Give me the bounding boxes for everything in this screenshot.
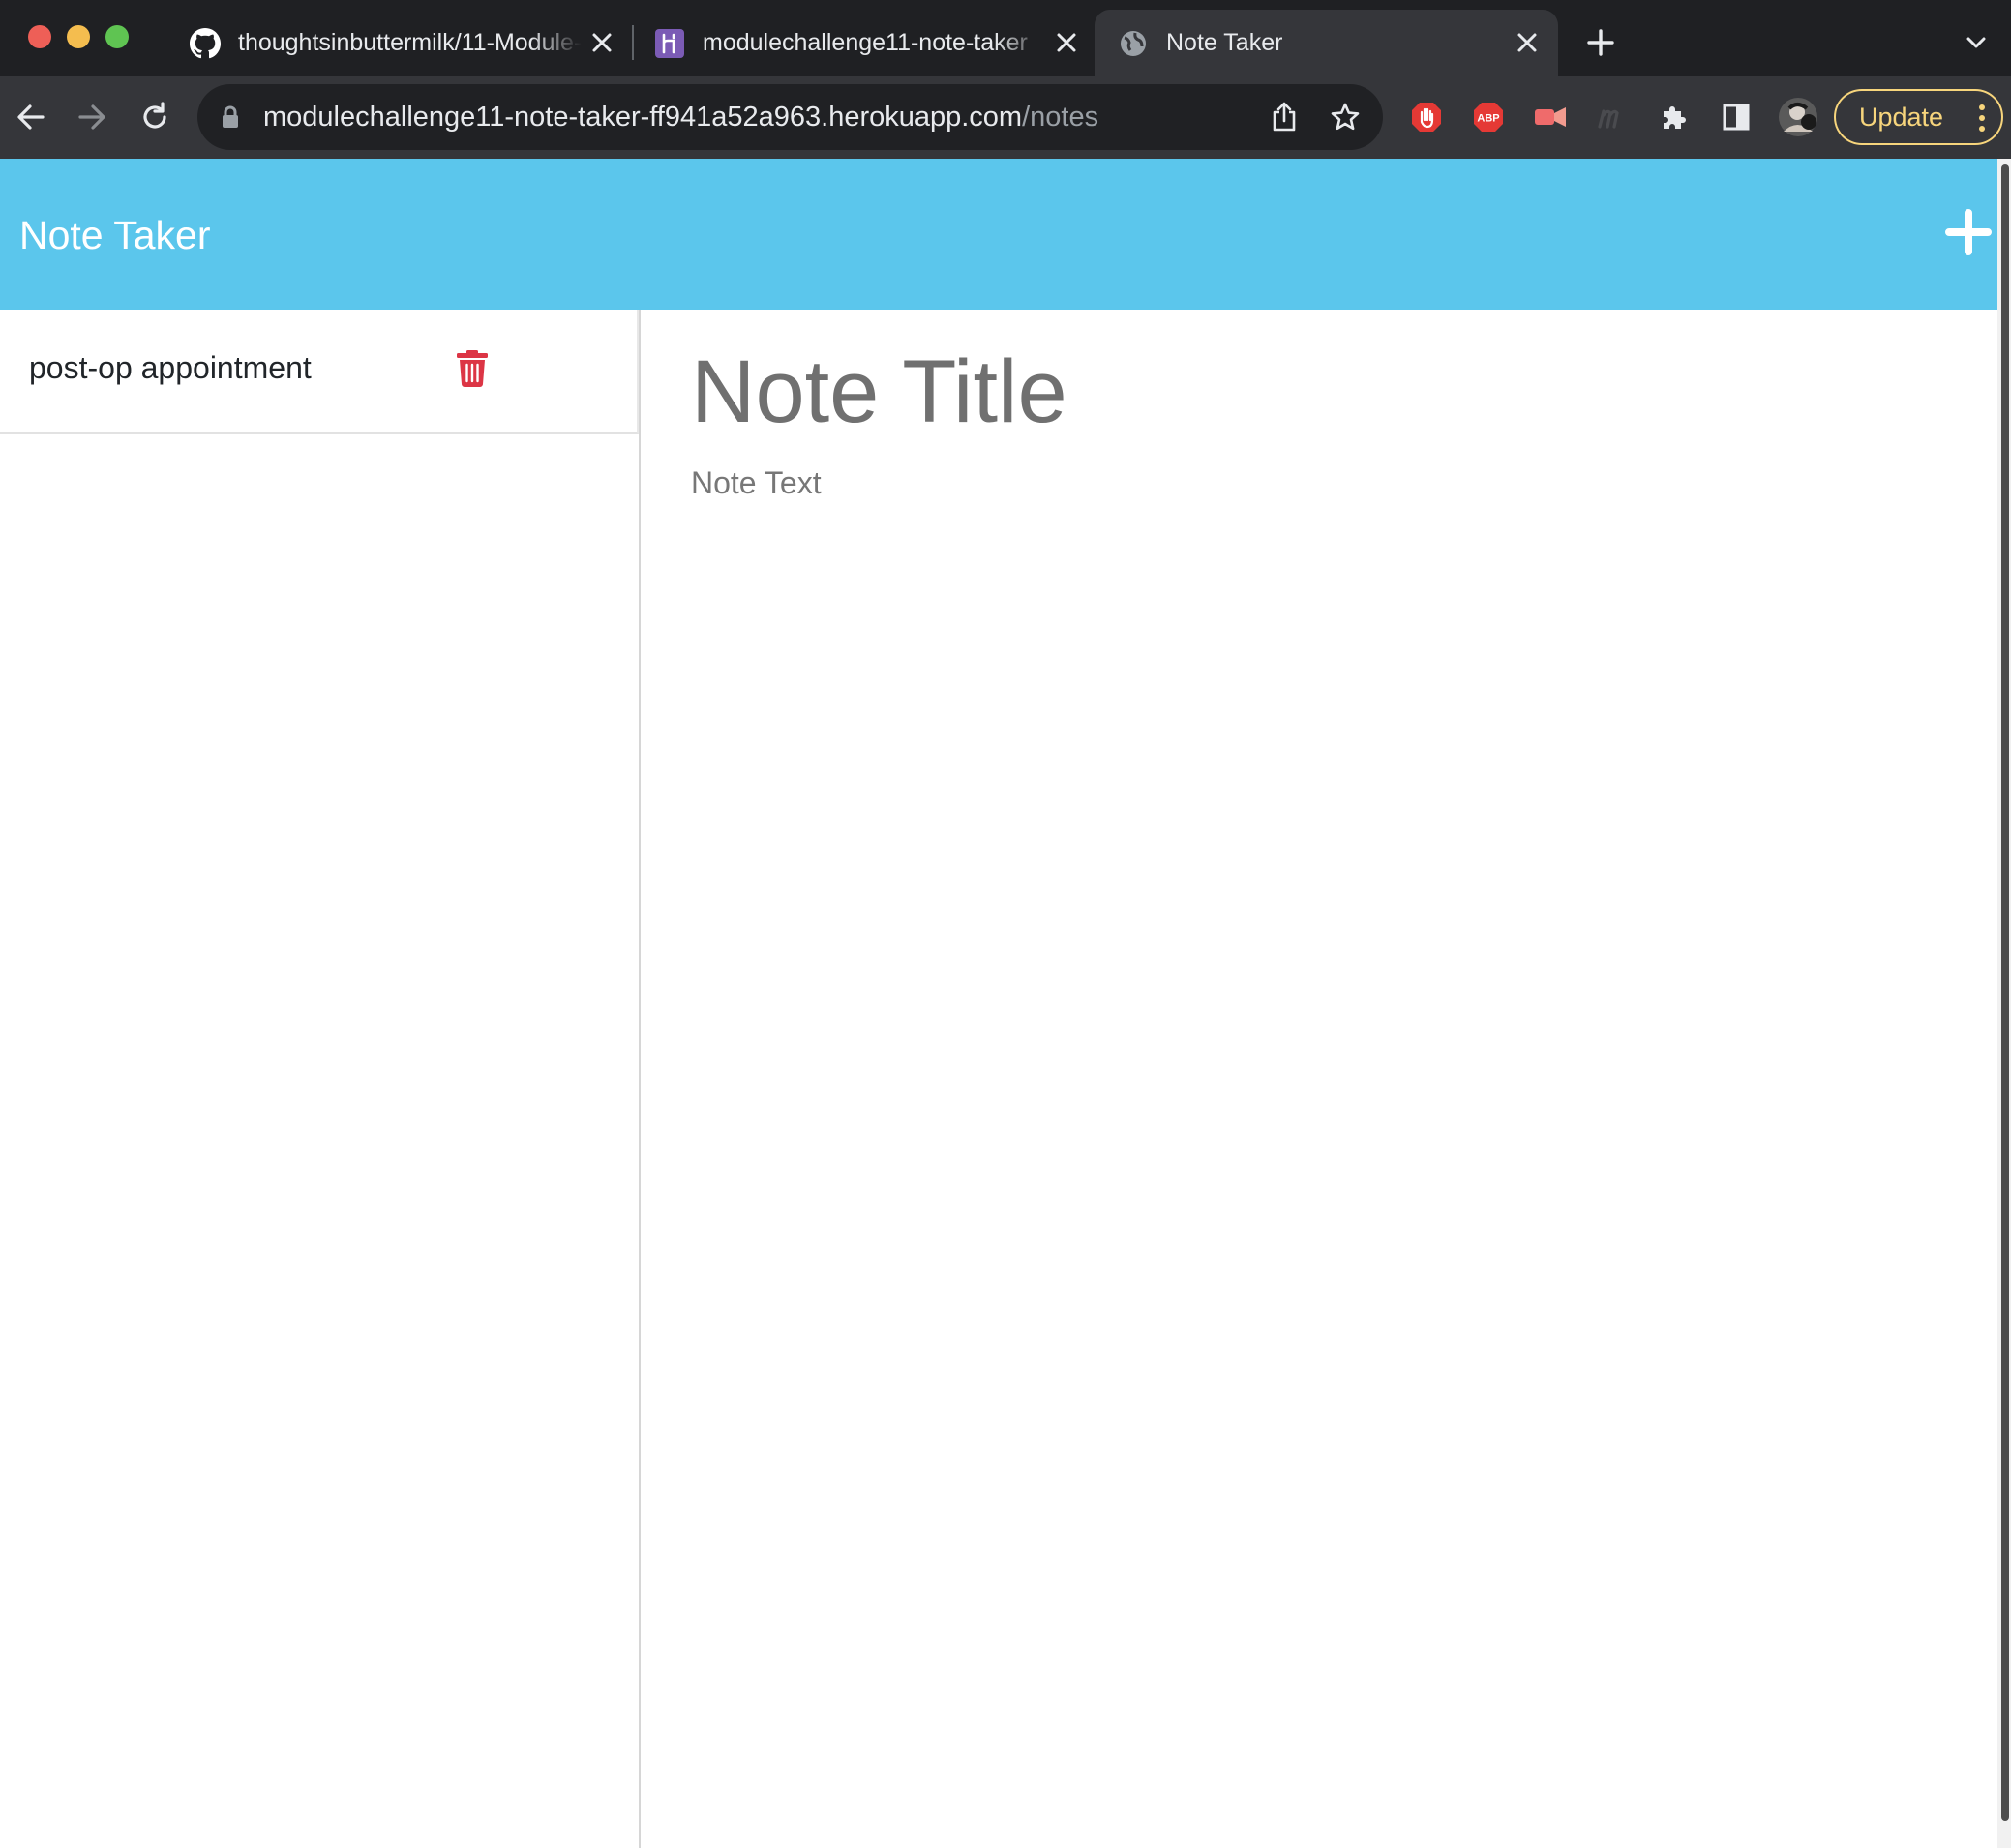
browser-tab-note-taker[interactable]: Note Taker [1095,10,1558,76]
abp-label: ABP [1477,113,1499,125]
globe-icon [1118,28,1149,59]
browser-tab-strip: thoughtsinbuttermilk/11-Module-Challenge… [0,0,2011,76]
scrollbar-thumb[interactable] [2001,164,2009,1821]
tab-title: Note Taker [1166,29,1283,56]
kebab-menu-icon[interactable] [1978,103,1986,140]
note-editor [641,310,1991,1848]
lock-icon[interactable] [221,105,240,134]
tab-title: thoughtsinbuttermilk/11-Module-Challenge [238,29,582,56]
tab-separator [632,25,634,60]
note-item-title[interactable]: post-op appointment [29,350,312,386]
url-text[interactable]: modulechallenge11-note-taker-ff941a52a96… [263,102,1098,134]
new-note-plus-icon[interactable] [1945,209,1992,255]
disabled-extension-icon[interactable] [1591,96,1634,138]
heroku-icon [654,28,685,59]
address-bar[interactable]: modulechallenge11-note-taker-ff941a52a96… [197,84,1383,150]
browser-tab-heroku[interactable]: modulechallenge11-note-taker [654,10,1080,76]
trash-icon[interactable] [457,350,488,387]
reload-icon[interactable] [134,96,176,138]
browser-toolbar: modulechallenge11-note-taker-ff941a52a96… [0,76,2011,159]
close-tab-icon[interactable] [1512,27,1543,58]
back-arrow-icon[interactable] [10,96,52,138]
close-tab-icon[interactable] [586,27,617,58]
side-panel-icon[interactable] [1715,96,1757,138]
bookmark-star-icon[interactable] [1326,98,1365,136]
video-extension-icon[interactable] [1529,96,1572,138]
adblock-plus-icon[interactable]: ABP [1467,96,1510,138]
url-host: modulechallenge11-note-taker-ff941a52a96… [263,102,1023,133]
update-button[interactable]: Update [1834,89,2003,145]
github-icon [190,27,221,59]
forward-arrow-icon[interactable] [71,96,113,138]
url-path: /notes [1022,102,1099,133]
new-tab-plus-icon[interactable] [1583,25,1618,60]
share-icon[interactable] [1265,98,1304,136]
list-item[interactable]: post-op appointment [0,310,639,434]
app-header: Note Taker [0,159,2011,310]
note-list: post-op appointment [0,310,641,1848]
close-window-button[interactable] [28,25,51,48]
extensions-puzzle-icon[interactable] [1653,96,1696,138]
update-label: Update [1859,102,1944,132]
minimize-window-button[interactable] [67,25,90,48]
hand-stop-extension-icon[interactable] [1405,96,1448,138]
note-title-input[interactable] [691,339,1949,445]
close-tab-icon[interactable] [1051,27,1082,58]
app-title[interactable]: Note Taker [19,213,211,258]
maximize-window-button[interactable] [105,25,129,48]
note-text-input[interactable] [691,464,1949,1045]
browser-tab-github[interactable]: thoughtsinbuttermilk/11-Module-Challenge [190,10,615,76]
tab-title: modulechallenge11-note-taker [703,29,1028,56]
chevron-down-icon[interactable] [1959,25,1994,60]
profile-avatar[interactable] [1777,96,1819,138]
